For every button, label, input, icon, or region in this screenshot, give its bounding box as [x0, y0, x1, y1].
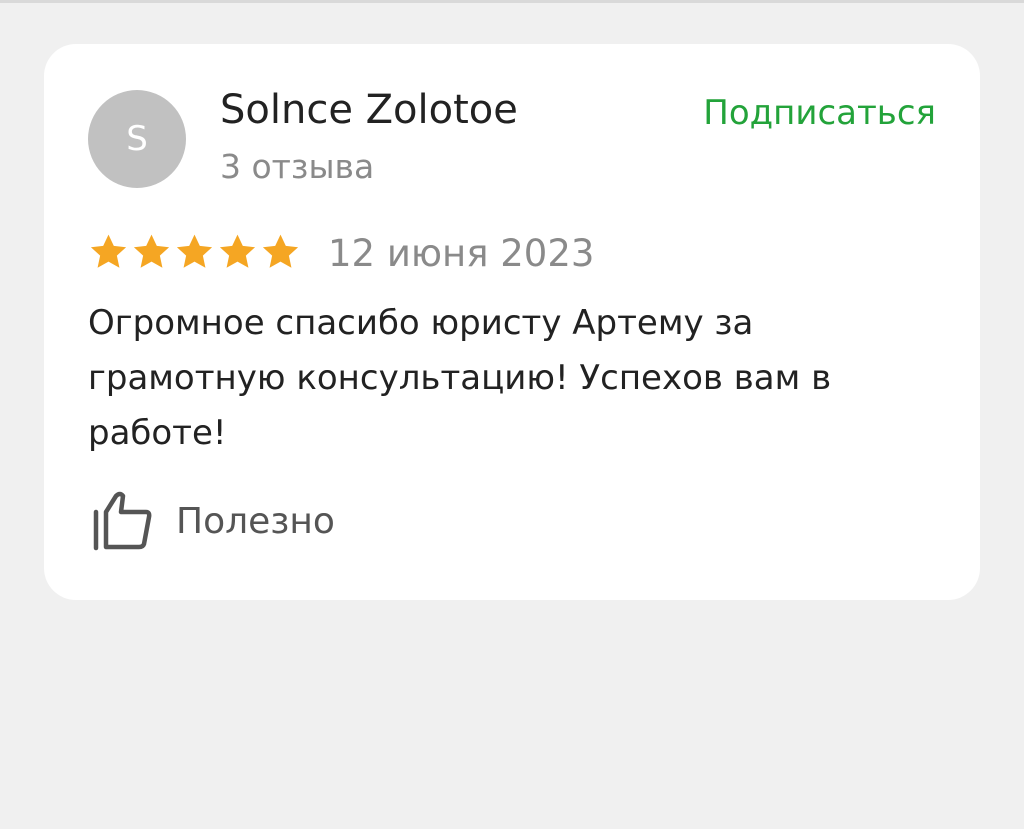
author-name[interactable]: Solnce Zolotoe	[220, 86, 518, 134]
helpful-label: Полезно	[176, 500, 335, 542]
review-date: 12 июня 2023	[328, 232, 595, 275]
author-review-count: 3 отзыва	[220, 147, 375, 186]
review-card: S Solnce Zolotoe 3 отзыва Подписаться 12…	[44, 44, 980, 600]
star-icon	[133, 234, 170, 268]
star-icon	[219, 234, 256, 268]
star-icon	[176, 234, 213, 268]
avatar[interactable]: S	[88, 90, 186, 188]
thumbs-up-icon	[93, 491, 152, 551]
star-icon	[262, 234, 299, 268]
subscribe-button[interactable]: Подписаться	[703, 92, 936, 134]
top-divider	[0, 0, 1024, 3]
avatar-initial: S	[126, 119, 148, 159]
helpful-button[interactable]: Полезно	[92, 490, 335, 552]
star-icon	[90, 234, 127, 268]
review-text: Огромное спасибо юристу Артему за грамот…	[88, 303, 832, 453]
star-rating	[88, 230, 301, 274]
